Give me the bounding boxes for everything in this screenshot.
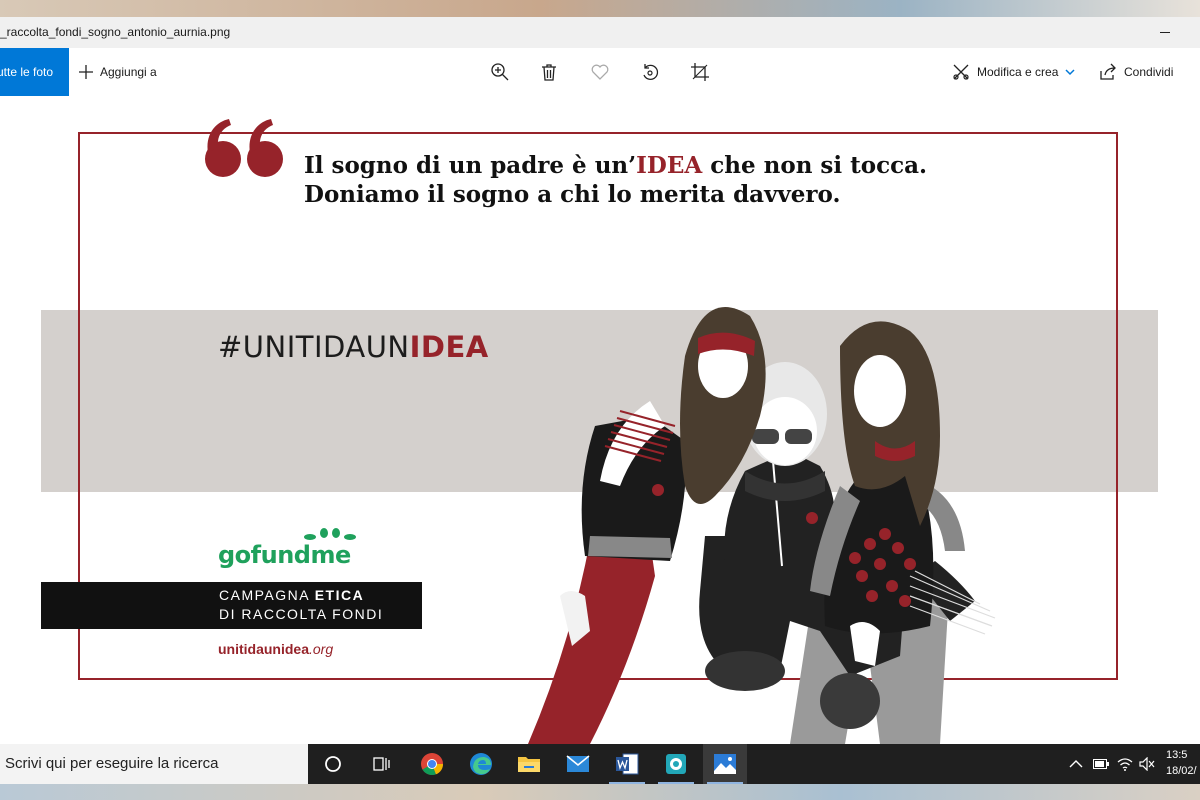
- share-button[interactable]: Condividi: [1099, 48, 1173, 96]
- gofundme-logo: gofundme: [218, 541, 351, 569]
- image-viewer: Il sogno di un padre è un’IDEA che non s…: [0, 96, 1200, 744]
- rotate-icon[interactable]: [638, 60, 662, 84]
- file-name: _raccolta_fondi_sogno_antonio_aurnia.png: [0, 25, 231, 39]
- minimize-icon: [1160, 32, 1170, 33]
- photos-app-window: _raccolta_fondi_sogno_antonio_aurnia.png…: [0, 17, 1200, 744]
- photos-icon[interactable]: [703, 744, 747, 784]
- zoom-in-icon[interactable]: [488, 60, 512, 84]
- add-to-label: Aggiungi a: [100, 65, 157, 79]
- campaign-box: CAMPAGNA ETICA DI RACCOLTA FONDI: [41, 582, 422, 629]
- quote-text: Il sogno di un padre è un’IDEA che non s…: [304, 151, 927, 209]
- website-ext: .org: [309, 641, 334, 657]
- battery-icon[interactable]: [1093, 756, 1109, 772]
- quote-line1-post: che non si tocca.: [702, 152, 927, 179]
- system-clock[interactable]: 13:5 18/02/: [1166, 747, 1197, 779]
- edit-create-label: Modifica e crea: [977, 65, 1059, 79]
- camera-icon[interactable]: [654, 744, 698, 784]
- website-main: unitidaunidea: [218, 641, 309, 657]
- share-label: Condividi: [1124, 65, 1174, 79]
- chevron-up-icon[interactable]: [1068, 756, 1084, 772]
- family-illustration: [528, 307, 996, 744]
- quote-line1-pre: Il sogno di un padre è un’: [304, 152, 637, 179]
- edit-create-button[interactable]: Modifica e crea: [952, 48, 1075, 96]
- taskbar: Scrivi qui per eseguire la ricerca 13:5 …: [0, 744, 1200, 784]
- cortana-icon[interactable]: [311, 744, 355, 784]
- word-icon[interactable]: [605, 744, 649, 784]
- quote-line2: Doniamo il sogno a chi lo merita davvero…: [304, 181, 841, 208]
- chrome-icon[interactable]: [410, 744, 454, 784]
- volume-muted-icon[interactable]: [1139, 756, 1155, 772]
- hashtag-pre: #UNITIDAUN: [218, 330, 410, 364]
- delete-icon[interactable]: [537, 60, 561, 84]
- desktop-background-bottom: [0, 784, 1200, 800]
- add-to-button[interactable]: Aggiungi a: [78, 48, 157, 96]
- desktop-background-top: [0, 0, 1200, 17]
- toolbar: utte le foto Aggiungi a Modifica e crea …: [0, 48, 1200, 96]
- mail-icon[interactable]: [556, 744, 600, 784]
- quote-idea-highlight: IDEA: [636, 152, 703, 179]
- edge-icon[interactable]: [459, 744, 503, 784]
- campaign-line1: CAMPAGNA ETICA: [219, 587, 364, 603]
- all-photos-button[interactable]: utte le foto: [0, 48, 69, 96]
- hashtag: #UNITIDAUNIDEA: [218, 330, 489, 364]
- hashtag-highlight: IDEA: [409, 330, 489, 364]
- website-url: unitidaunidea.org: [218, 641, 333, 657]
- heart-icon[interactable]: [588, 60, 612, 84]
- quote-mark-icon: [205, 119, 283, 177]
- campaign-line2: DI RACCOLTA FONDI: [219, 606, 384, 622]
- clock-time: 13:5: [1166, 749, 1188, 761]
- campaign-line1-pre: CAMPAGNA: [219, 587, 315, 603]
- task-view-icon[interactable]: [359, 744, 403, 784]
- wifi-icon[interactable]: [1117, 756, 1133, 772]
- share-icon: [1100, 63, 1116, 80]
- plus-icon: [79, 65, 93, 79]
- edit-icon: [953, 64, 969, 80]
- taskbar-search-input[interactable]: Scrivi qui per eseguire la ricerca: [0, 744, 308, 784]
- crop-icon[interactable]: [688, 60, 712, 84]
- minimize-button[interactable]: [1150, 17, 1180, 48]
- campaign-line1-bold: ETICA: [314, 587, 365, 603]
- title-bar: _raccolta_fondi_sogno_antonio_aurnia.png: [0, 17, 1200, 48]
- clock-date: 18/02/: [1166, 765, 1197, 777]
- chevron-down-icon: [1065, 69, 1075, 76]
- file-explorer-icon[interactable]: [507, 744, 551, 784]
- all-photos-label: utte le foto: [0, 65, 54, 79]
